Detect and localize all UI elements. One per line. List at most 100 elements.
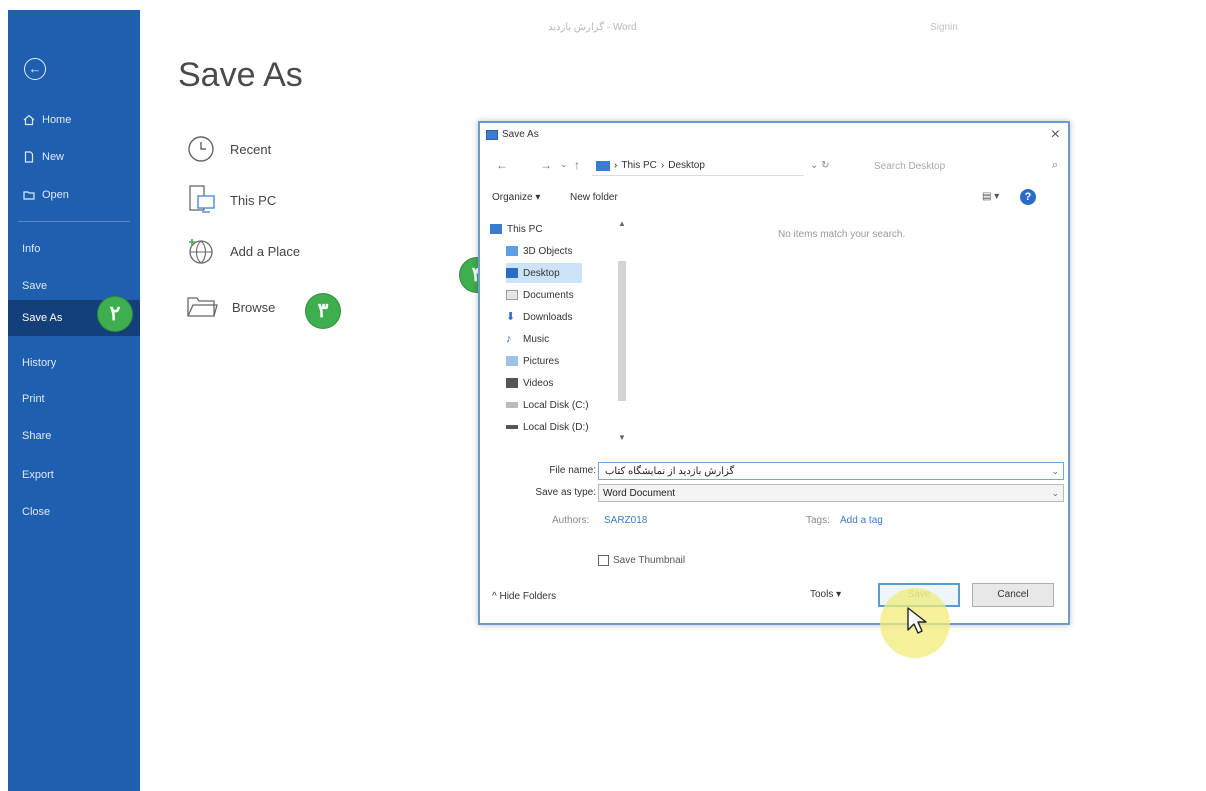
- save-type-value: Word Document: [603, 487, 676, 499]
- tree-item-local-disk-d[interactable]: Local Disk (D:): [506, 417, 589, 437]
- back-arrow-icon[interactable]: ←: [24, 58, 46, 80]
- file-name-field[interactable]: گزارش بازدید از نمایشگاه کتاب ⌄: [598, 462, 1064, 480]
- mouse-cursor-icon: [906, 606, 932, 641]
- scroll-thumb[interactable]: [618, 261, 626, 401]
- sidebar-item-new[interactable]: New: [8, 142, 140, 172]
- download-icon: ⬇: [506, 311, 516, 323]
- sidebar-item-export[interactable]: Export: [8, 460, 140, 490]
- file-name-label: File name:: [549, 465, 596, 476]
- page-title: Save As: [178, 56, 303, 94]
- sidebar-item-open[interactable]: Open: [8, 180, 140, 210]
- sidebar-item-label: Close: [22, 506, 51, 518]
- sidebar-item-history[interactable]: History: [8, 348, 140, 378]
- tree-item-videos[interactable]: Videos: [506, 373, 553, 393]
- checkbox[interactable]: [598, 555, 609, 566]
- sidebar-divider: [18, 221, 130, 222]
- place-browse[interactable]: Browse: [186, 294, 275, 320]
- authors-value[interactable]: SARZ018: [604, 515, 647, 526]
- sidebar-item-share[interactable]: Share: [8, 421, 140, 451]
- help-icon[interactable]: ?: [1020, 189, 1036, 205]
- scroll-down-icon[interactable]: ▼: [618, 433, 626, 442]
- computer-icon: [490, 224, 502, 234]
- clock-icon: [186, 134, 216, 164]
- document-icon: [506, 290, 518, 300]
- authors-label: Authors:: [552, 515, 590, 526]
- recent-locations-icon[interactable]: ⌄: [560, 159, 568, 170]
- save-type-select[interactable]: Word Document ⌄: [598, 484, 1064, 502]
- tools-button[interactable]: Tools ▾: [810, 589, 841, 600]
- cancel-button[interactable]: Cancel: [972, 583, 1054, 607]
- tags-label: Tags:: [806, 515, 830, 526]
- dialog-title: Save As: [486, 129, 539, 140]
- computer-icon: [596, 160, 610, 171]
- tree-item-label: Pictures: [523, 355, 560, 367]
- sidebar-item-print[interactable]: Print: [8, 384, 140, 414]
- home-icon: [22, 113, 36, 127]
- save-as-dialog: Save As × ← → ⌄ ↑ › This PC › Desktop ⌄ …: [478, 121, 1070, 625]
- sidebar-item-label: Save: [22, 280, 48, 292]
- sidebar-item-info[interactable]: Info: [8, 234, 140, 264]
- place-add-a-place[interactable]: Add a Place: [186, 236, 300, 266]
- tree-scrollbar[interactable]: ▲ ▼: [616, 219, 628, 451]
- disk-icon: [506, 425, 518, 429]
- sidebar-item-close[interactable]: Close: [8, 497, 140, 527]
- breadcrumb-this-pc[interactable]: This PC: [621, 160, 657, 171]
- chevron-down-icon[interactable]: ⌄: [1051, 488, 1059, 499]
- chevron-down-icon[interactable]: ⌄: [1051, 466, 1059, 477]
- tree-item-label: Local Disk (C:): [523, 399, 589, 411]
- up-arrow-icon[interactable]: ↑: [574, 158, 580, 172]
- video-icon: [506, 378, 518, 388]
- dialog-title-text: Save As: [502, 129, 539, 140]
- disk-icon: [506, 402, 518, 408]
- back-arrow-icon[interactable]: ←: [496, 158, 508, 172]
- tools-label: Tools: [810, 589, 834, 600]
- sidebar-item-label: New: [42, 151, 65, 163]
- refresh-icon[interactable]: ⌄ ↻: [810, 160, 830, 171]
- app-icon: [486, 129, 498, 140]
- computer-icon: [186, 184, 216, 216]
- save-type-label: Save as type:: [535, 487, 596, 498]
- breadcrumb-desktop[interactable]: Desktop: [668, 160, 705, 171]
- search-input[interactable]: Search Desktop: [856, 156, 1056, 176]
- sidebar-item-label: Info: [22, 243, 41, 255]
- close-icon[interactable]: ×: [1051, 126, 1060, 144]
- place-this-pc[interactable]: This PC: [186, 184, 276, 216]
- save-thumbnail-checkbox[interactable]: Save Thumbnail: [598, 555, 685, 566]
- tree-item-label: Documents: [523, 289, 574, 301]
- picture-icon: [506, 356, 518, 366]
- sidebar-item-label: History: [22, 357, 57, 369]
- tree-item-label: Videos: [523, 377, 554, 389]
- sidebar-item-label: Open: [42, 189, 69, 201]
- tree-item-3d-objects[interactable]: 3D Objects: [506, 241, 572, 261]
- place-label: This PC: [230, 192, 277, 208]
- step-badge-2: ۲: [98, 297, 132, 331]
- tree-item-this-pc[interactable]: This PC: [490, 219, 543, 239]
- tree-item-local-disk-c[interactable]: Local Disk (C:): [506, 395, 589, 415]
- organize-button[interactable]: Organize ▾: [492, 192, 540, 203]
- tags-value[interactable]: Add a tag: [840, 515, 883, 526]
- view-options-icon[interactable]: ▤ ▾: [982, 191, 999, 202]
- new-folder-button[interactable]: New folder: [570, 192, 618, 203]
- backstage-sidebar: ← Home New Open Info Save Save As Histor…: [8, 10, 140, 791]
- tree-item-label: Music: [523, 333, 550, 345]
- place-recent[interactable]: Recent: [186, 134, 271, 164]
- tree-item-pictures[interactable]: Pictures: [506, 351, 559, 371]
- navigation-pane: This PC 3D Objects Desktop Documents ⬇ D…: [488, 219, 628, 455]
- address-bar[interactable]: › This PC › Desktop: [592, 156, 804, 176]
- tree-item-documents[interactable]: Documents: [506, 285, 574, 305]
- tree-item-music[interactable]: ♪ Music: [506, 329, 549, 349]
- scroll-up-icon[interactable]: ▲: [618, 219, 626, 228]
- cube-icon: [506, 246, 518, 256]
- sidebar-item-label: Share: [22, 430, 52, 442]
- sidebar-item-home[interactable]: Home: [8, 105, 140, 135]
- tree-item-desktop[interactable]: Desktop: [506, 263, 582, 283]
- signin-link[interactable]: Signin: [930, 22, 958, 33]
- window-title: گزارش بازدید - Word: [548, 22, 637, 33]
- forward-arrow-icon[interactable]: →: [540, 158, 552, 172]
- sidebar-item-label: Export: [22, 469, 54, 481]
- hide-folders-button[interactable]: ^ Hide Folders: [492, 591, 556, 602]
- tree-item-downloads[interactable]: ⬇ Downloads: [506, 307, 572, 327]
- sidebar-item-label: Home: [42, 114, 72, 126]
- place-label: Add a Place: [230, 243, 301, 259]
- sidebar-item-save[interactable]: Save: [8, 271, 140, 301]
